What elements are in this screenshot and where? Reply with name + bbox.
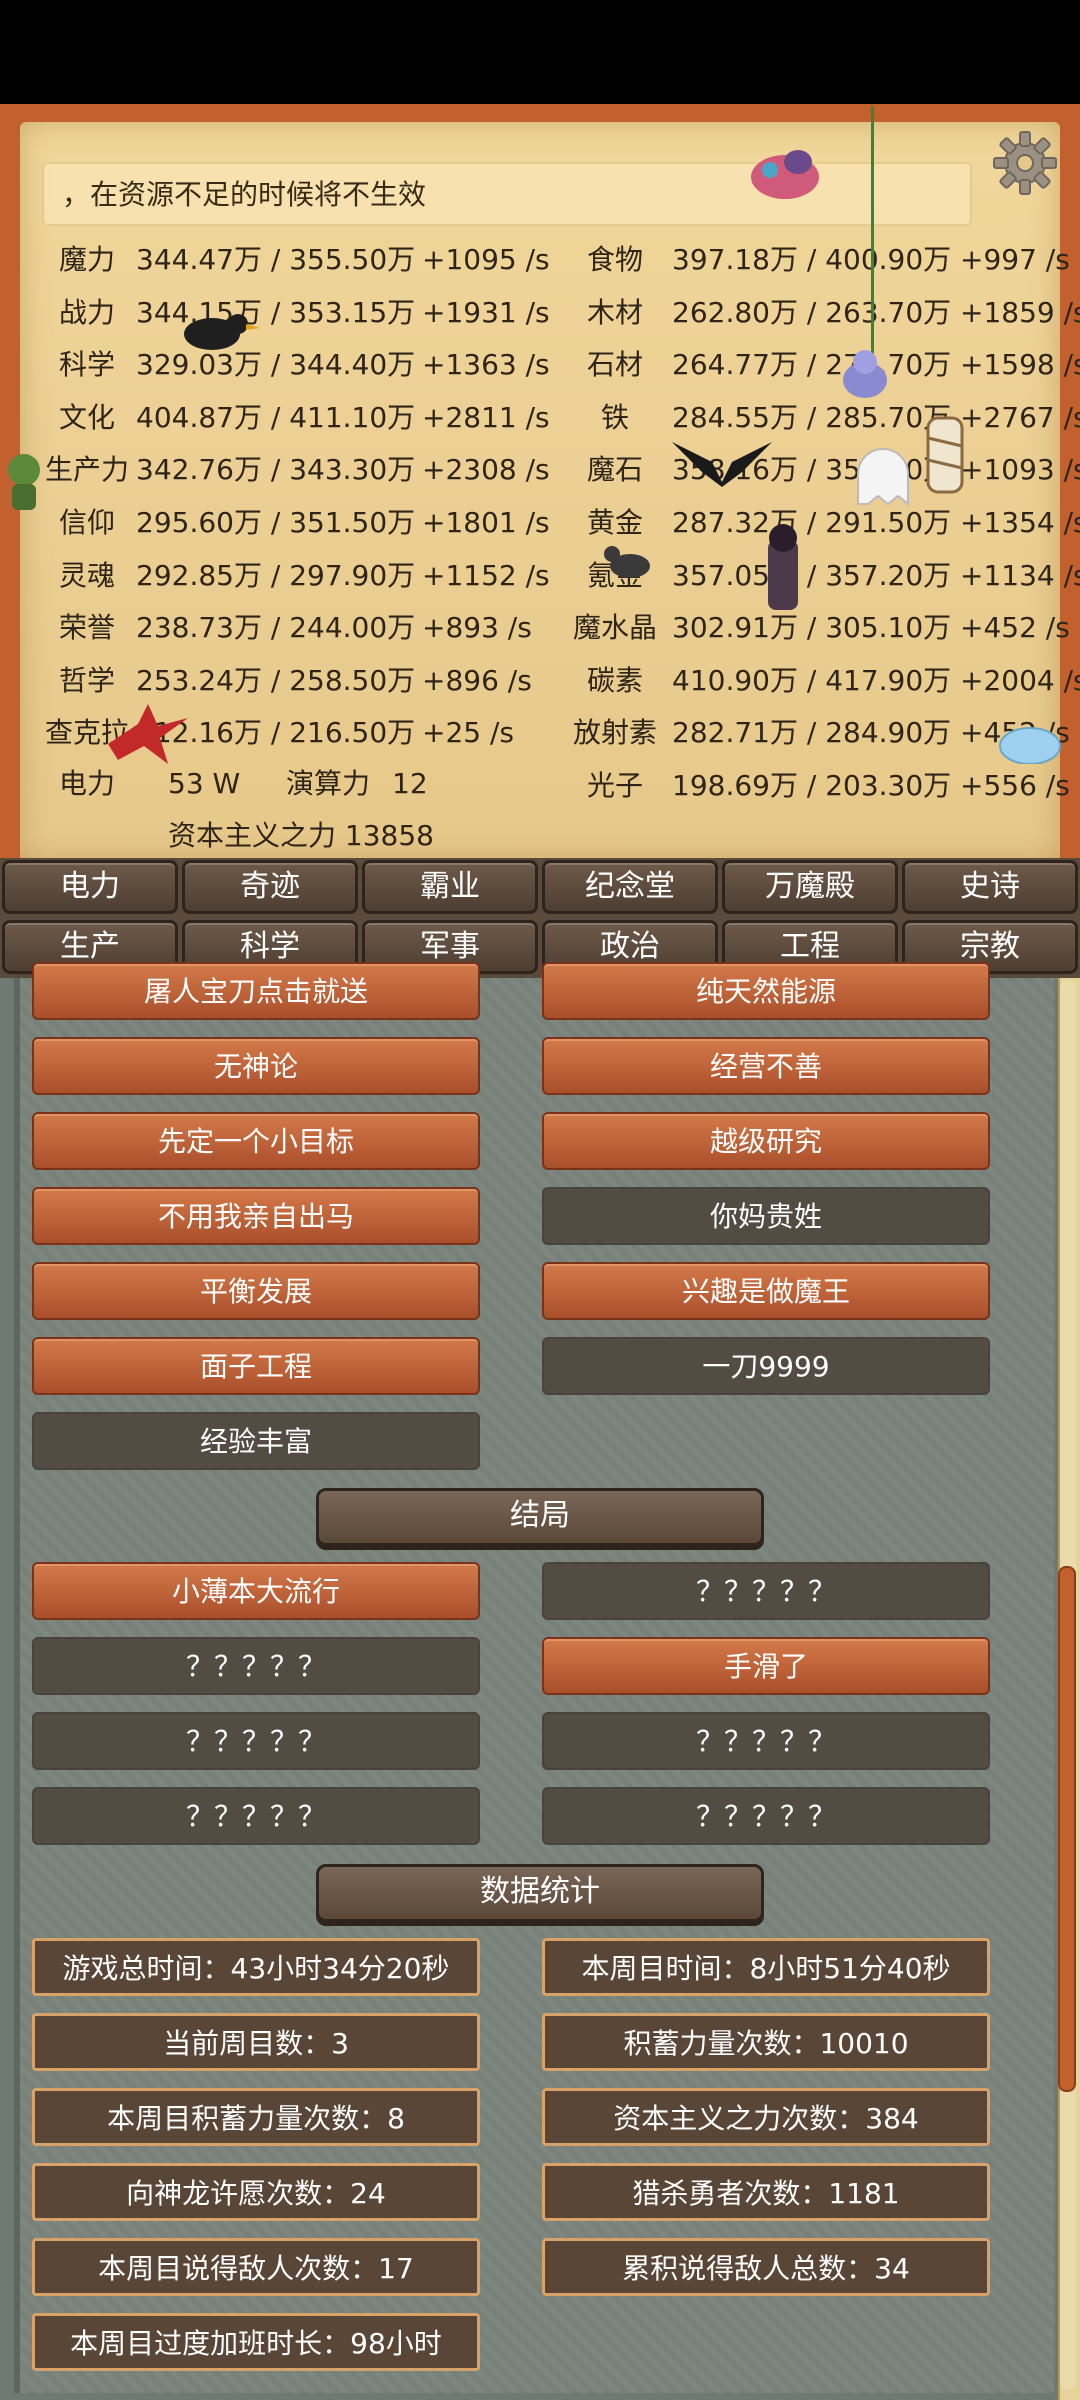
stat-item: 累积说得敌人总数：34: [542, 2238, 990, 2296]
slime-icon: [999, 727, 1061, 764]
resource-row-right: 黄金 287.32万 / 291.50万 +1354 /s: [0, 497, 1080, 549]
bat-icon: [672, 442, 772, 487]
ending-button[interactable]: ？？？？？: [32, 1637, 480, 1695]
resource-amount: 262.80万 / 263.70万: [672, 296, 952, 329]
resource-name: 碳素: [586, 664, 643, 697]
resource-rate: +1134 /s: [960, 559, 1080, 592]
ending-button[interactable]: ？？？？？: [32, 1787, 480, 1845]
capitalism-text: 资本主义之力 13858: [168, 819, 434, 852]
tab-button[interactable]: 史诗: [902, 860, 1078, 914]
achievement-button[interactable]: 兴趣是做魔王: [542, 1262, 990, 1320]
ending-button[interactable]: ？？？？？: [542, 1787, 990, 1845]
tab-button[interactable]: 万魔殿: [722, 860, 898, 914]
achievement-button[interactable]: 屠人宝刀点击就送: [32, 962, 480, 1020]
ghost-icon: [857, 448, 909, 507]
gear-icon[interactable]: [990, 128, 1060, 198]
power-row: 电力 53 W 演算力 12: [32, 758, 532, 810]
crow-icon: [184, 314, 260, 350]
resource-name: 木材: [586, 296, 643, 329]
stat-item: 本周目说得敌人次数：17: [32, 2238, 480, 2296]
resource-rate: +556 /s: [960, 769, 1070, 802]
tab-button[interactable]: 奇迹: [182, 860, 358, 914]
stat-item: 积蓄力量次数：10010: [542, 2013, 990, 2071]
scrollbar-thumb[interactable]: [1058, 1566, 1076, 2092]
ending-button[interactable]: 小薄本大流行: [32, 1562, 480, 1620]
achievement-button[interactable]: 一刀9999: [542, 1337, 990, 1395]
stat-item: 猎杀勇者次数：1181: [542, 2163, 990, 2221]
resource-amount: 410.90万 / 417.90万: [672, 664, 952, 697]
compute-value: 12: [392, 767, 428, 800]
resource-name: 食物: [586, 243, 643, 276]
rat-icon: [604, 546, 650, 578]
achievement-button[interactable]: 经营不善: [542, 1037, 990, 1095]
resource-name: 放射素: [572, 716, 657, 749]
resource-rate: +997 /s: [960, 243, 1070, 276]
stat-item: 向神龙许愿次数：24: [32, 2163, 480, 2221]
tab-button[interactable]: 霸业: [362, 860, 538, 914]
imp-icon: [843, 350, 887, 398]
resource-amount: 198.69万 / 203.30万: [672, 769, 952, 802]
resource-amount: 264.77万 / 272.70万: [672, 348, 952, 381]
resource-amount: 282.71万 / 284.90万: [672, 716, 952, 749]
mummy-icon: [926, 416, 964, 494]
stat-item: 资本主义之力次数：384: [542, 2088, 990, 2146]
achievement-button[interactable]: 平衡发展: [32, 1262, 480, 1320]
stat-item: 游戏总时间：43小时34分20秒: [32, 1938, 480, 1996]
resource-row-right: 碳素 410.90万 / 417.90万 +2004 /s: [0, 655, 1080, 707]
resource-rate: +1859 /s: [960, 296, 1080, 329]
resource-name: 铁: [600, 401, 629, 434]
tab-button[interactable]: 电力: [2, 860, 178, 914]
achievement-button[interactable]: 先定一个小目标: [32, 1112, 480, 1170]
resource-row-right: 魔水晶 302.91万 / 305.10万 +452 /s: [0, 602, 1080, 654]
green-rope: [871, 106, 874, 356]
status-bar: [0, 0, 1080, 104]
resource-name: 魔水晶: [572, 611, 657, 644]
resource-row-right: 石材 264.77万 / 272.70万 +1598 /s: [0, 339, 1080, 391]
achievement-button[interactable]: 经验丰富: [32, 1412, 480, 1470]
resource-rate: +2004 /s: [960, 664, 1080, 697]
stat-item: 本周目积蓄力量次数：8: [32, 2088, 480, 2146]
power-label: 电力: [58, 767, 115, 800]
achievement-button[interactable]: 不用我亲自出马: [32, 1187, 480, 1245]
ending-button[interactable]: 手滑了: [542, 1637, 990, 1695]
compute-label: 演算力: [286, 767, 371, 800]
witch-icon: [768, 524, 798, 610]
goblin-icon: [8, 454, 40, 510]
achievement-button[interactable]: 无神论: [32, 1037, 480, 1095]
resource-row-right: 木材 262.80万 / 263.70万 +1859 /s: [0, 287, 1080, 339]
resource-rate: +1598 /s: [960, 348, 1080, 381]
power-value: 53 W: [168, 767, 241, 800]
stat-item: 当前周目数：3: [32, 2013, 480, 2071]
resource-rate: +452 /s: [960, 611, 1070, 644]
achievement-button[interactable]: 纯天然能源: [542, 962, 990, 1020]
ending-button[interactable]: ？？？？？: [32, 1712, 480, 1770]
stat-item: 本周目时间：8小时51分40秒: [542, 1938, 990, 1996]
capitalism-row: 资本主义之力 13858: [168, 810, 568, 862]
resource-amount: 397.18万 / 400.90万: [672, 243, 952, 276]
tab-button[interactable]: 纪念堂: [542, 860, 718, 914]
resource-row-right: 氪金 357.05万 / 357.20万 +1134 /s: [0, 550, 1080, 602]
resource-name: 魔石: [586, 453, 643, 486]
resource-name: 石材: [586, 348, 643, 381]
ending-button[interactable]: ？？？？？: [542, 1712, 990, 1770]
achievement-button[interactable]: 越级研究: [542, 1112, 990, 1170]
red-dragon-icon: [108, 704, 188, 764]
resource-row-right: 食物 397.18万 / 400.90万 +997 /s: [0, 234, 1080, 286]
stat-item: 本周目过度加班时长：98小时: [32, 2313, 480, 2371]
achievement-button[interactable]: 面子工程: [32, 1337, 480, 1395]
achievement-button[interactable]: 你妈贵姓: [542, 1187, 990, 1245]
notice-banner: ，在资源不足的时候将不生效: [42, 162, 972, 226]
beast-sprite-icon: [751, 150, 819, 199]
resource-name: 光子: [586, 769, 643, 802]
ending-button[interactable]: ？？？？？: [542, 1562, 990, 1620]
section-stats-header: 数据统计: [316, 1864, 764, 1922]
resource-rate: +1354 /s: [960, 506, 1080, 539]
section-endings-header: 结局: [316, 1488, 764, 1546]
